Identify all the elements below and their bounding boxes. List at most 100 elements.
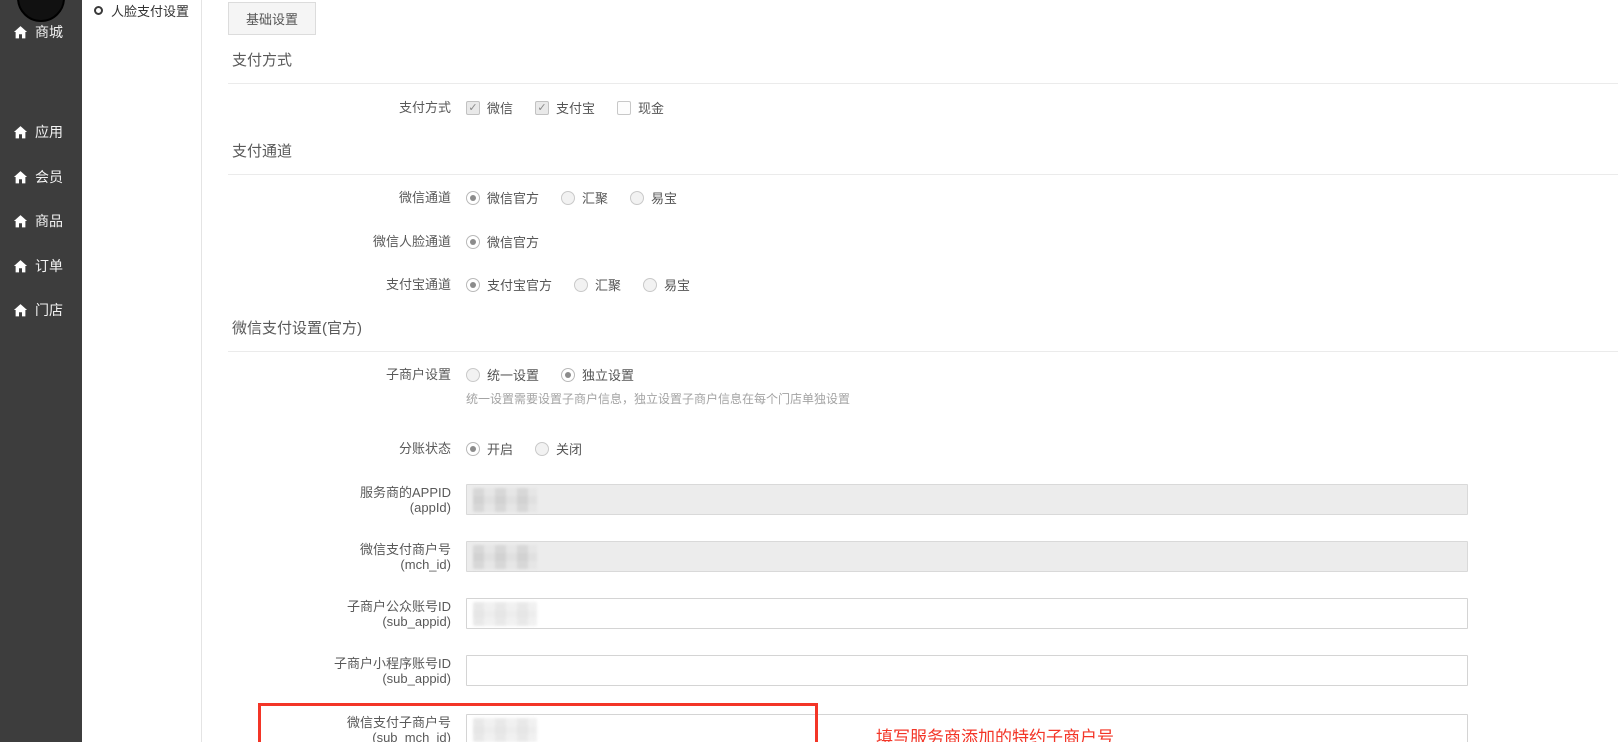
sp-appid-input[interactable] [466, 484, 1468, 515]
field-label-main: 子商户小程序账号ID [334, 656, 451, 671]
submenu-item-label: 人脸支付设置 [111, 1, 189, 20]
home-icon [13, 214, 28, 229]
sub-appid-mini-input[interactable] [466, 655, 1468, 686]
form-row-sub-appid-mini: 子商户小程序账号ID (sub_appid) [228, 655, 1618, 686]
radio-alipay-official[interactable]: 支付宝官方 [466, 275, 552, 294]
avatar[interactable] [17, 0, 65, 22]
form-row-split-status: 分账状态 开启 关闭 [228, 439, 1618, 458]
form-row-sub-merchant-setting: 子商户设置 统一设置 独立设置 统一设置需要设置子商户信息，独立设置子商户信息在… [228, 365, 1618, 407]
radio-selected-icon [561, 368, 575, 382]
section-title-payment-channel: 支付通道 [228, 140, 1618, 175]
radio-selected-icon [466, 278, 480, 292]
radio-yibao[interactable]: 易宝 [630, 188, 677, 207]
sidebar-item-label: 门店 [35, 300, 63, 320]
radio-unselected-icon [630, 191, 644, 205]
sidebar-item-orders[interactable]: 订单 [13, 256, 63, 276]
section-title-wechat-pay-settings: 微信支付设置(官方) [228, 317, 1618, 352]
radio-independent-setting[interactable]: 独立设置 [561, 365, 634, 384]
field-label: 子商户公众账号ID (sub_appid) [228, 599, 466, 629]
form-row-alipay-channel: 支付宝通道 支付宝官方 汇聚 易宝 [228, 275, 1618, 294]
checkbox-alipay[interactable]: 支付宝 [535, 98, 595, 117]
radio-label: 支付宝官方 [487, 275, 552, 294]
section-title-payment-method: 支付方式 [228, 49, 1618, 84]
home-icon [13, 303, 28, 318]
checkbox-cash[interactable]: 现金 [617, 98, 664, 117]
form-row-payment-method: 支付方式 微信 支付宝 现金 [228, 98, 1618, 117]
radio-label: 开启 [487, 439, 513, 458]
form-row-sub-appid-mp: 子商户公众账号ID (sub_appid) [228, 598, 1618, 629]
redacted-value [473, 602, 537, 626]
main-sidebar: 商城 应用 会员 商品 订单 门店 [0, 0, 82, 742]
radio-unselected-icon [561, 191, 575, 205]
checkbox-label: 微信 [487, 98, 513, 117]
radio-split-off[interactable]: 关闭 [535, 439, 582, 458]
field-hint: 统一设置需要设置子商户信息，独立设置子商户信息在每个门店单独设置 [466, 390, 850, 407]
radio-unselected-icon [466, 368, 480, 382]
annotation-text: 填写服务商添加的特约子商户号 [876, 723, 1114, 742]
checkbox-unchecked-icon [617, 101, 631, 115]
field-label-code: (sub_appid) [228, 614, 451, 629]
sidebar-item-label: 订单 [35, 256, 63, 276]
home-icon [13, 170, 28, 185]
field-label: 微信支付商户号 (mch_id) [228, 542, 466, 572]
form-row-wechat-face-channel: 微信人脸通道 微信官方 [228, 232, 1618, 251]
home-icon [13, 259, 28, 274]
field-label-main: 微信支付商户号 [360, 542, 451, 557]
field-label: 服务商的APPID (appId) [228, 485, 466, 515]
field-label: 支付方式 [228, 100, 466, 115]
field-label: 微信通道 [228, 190, 466, 205]
mch-id-input[interactable] [466, 541, 1468, 572]
sub-appid-mp-input[interactable] [466, 598, 1468, 629]
field-label: 支付宝通道 [228, 277, 466, 292]
app-window: 商城 应用 会员 商品 订单 门店 人脸支付设置 基础设置 [0, 0, 1618, 742]
radio-huiju[interactable]: 汇聚 [561, 188, 608, 207]
tab-basic-settings[interactable]: 基础设置 [228, 2, 316, 35]
checkbox-wechat[interactable]: 微信 [466, 98, 513, 117]
radio-huiju[interactable]: 汇聚 [574, 275, 621, 294]
field-label: 子商户小程序账号ID (sub_appid) [228, 656, 466, 686]
radio-unified-setting[interactable]: 统一设置 [466, 365, 539, 384]
sidebar-item-apps[interactable]: 应用 [13, 122, 63, 142]
field-label-main: 微信支付子商户号 [347, 715, 451, 730]
form-row-wechat-channel: 微信通道 微信官方 汇聚 易宝 [228, 188, 1618, 207]
sidebar-item-label: 会员 [35, 167, 63, 187]
form-row-sub-mch-id: 微信支付子商户号 (sub_mch_id) 填写服务商添加的特约子商户号 [228, 714, 1618, 742]
checkbox-label: 现金 [638, 98, 664, 117]
radio-unselected-icon [535, 442, 549, 456]
radio-label: 独立设置 [582, 365, 634, 384]
radio-label: 统一设置 [487, 365, 539, 384]
redacted-value [473, 718, 537, 742]
radio-label: 汇聚 [595, 275, 621, 294]
circle-bullet-icon [94, 6, 103, 15]
submenu-item-face-pay-settings[interactable]: 人脸支付设置 [94, 1, 189, 20]
sidebar-item-members[interactable]: 会员 [13, 167, 63, 187]
radio-label: 微信官方 [487, 188, 539, 207]
redacted-value [473, 545, 537, 569]
field-label: 分账状态 [228, 441, 466, 456]
field-label-code: (sub_appid) [228, 671, 451, 686]
radio-wechat-official[interactable]: 微信官方 [466, 188, 539, 207]
settings-panel: 基础设置 支付方式 支付方式 微信 支付宝 现金 支付通道 [202, 0, 1618, 742]
form-row-sp-appid: 服务商的APPID (appId) [228, 484, 1618, 515]
sidebar-item-label: 商城 [35, 22, 63, 42]
radio-wechat-official[interactable]: 微信官方 [466, 232, 539, 251]
home-icon [13, 125, 28, 140]
sidebar-item-mall[interactable]: 商城 [13, 22, 63, 42]
radio-split-on[interactable]: 开启 [466, 439, 513, 458]
radio-label: 关闭 [556, 439, 582, 458]
radio-yibao[interactable]: 易宝 [643, 275, 690, 294]
home-icon [13, 25, 28, 40]
radio-label: 易宝 [651, 188, 677, 207]
radio-label: 微信官方 [487, 232, 539, 251]
radio-label: 汇聚 [582, 188, 608, 207]
field-label-main: 服务商的APPID [360, 485, 451, 500]
radio-selected-icon [466, 442, 480, 456]
field-label: 微信人脸通道 [228, 234, 466, 249]
sidebar-item-goods[interactable]: 商品 [13, 211, 63, 231]
redacted-value [473, 488, 537, 512]
form-row-mch-id: 微信支付商户号 (mch_id) [228, 541, 1618, 572]
radio-unselected-icon [574, 278, 588, 292]
sidebar-item-stores[interactable]: 门店 [13, 300, 63, 320]
radio-label: 易宝 [664, 275, 690, 294]
sub-sidebar: 人脸支付设置 [82, 0, 202, 742]
